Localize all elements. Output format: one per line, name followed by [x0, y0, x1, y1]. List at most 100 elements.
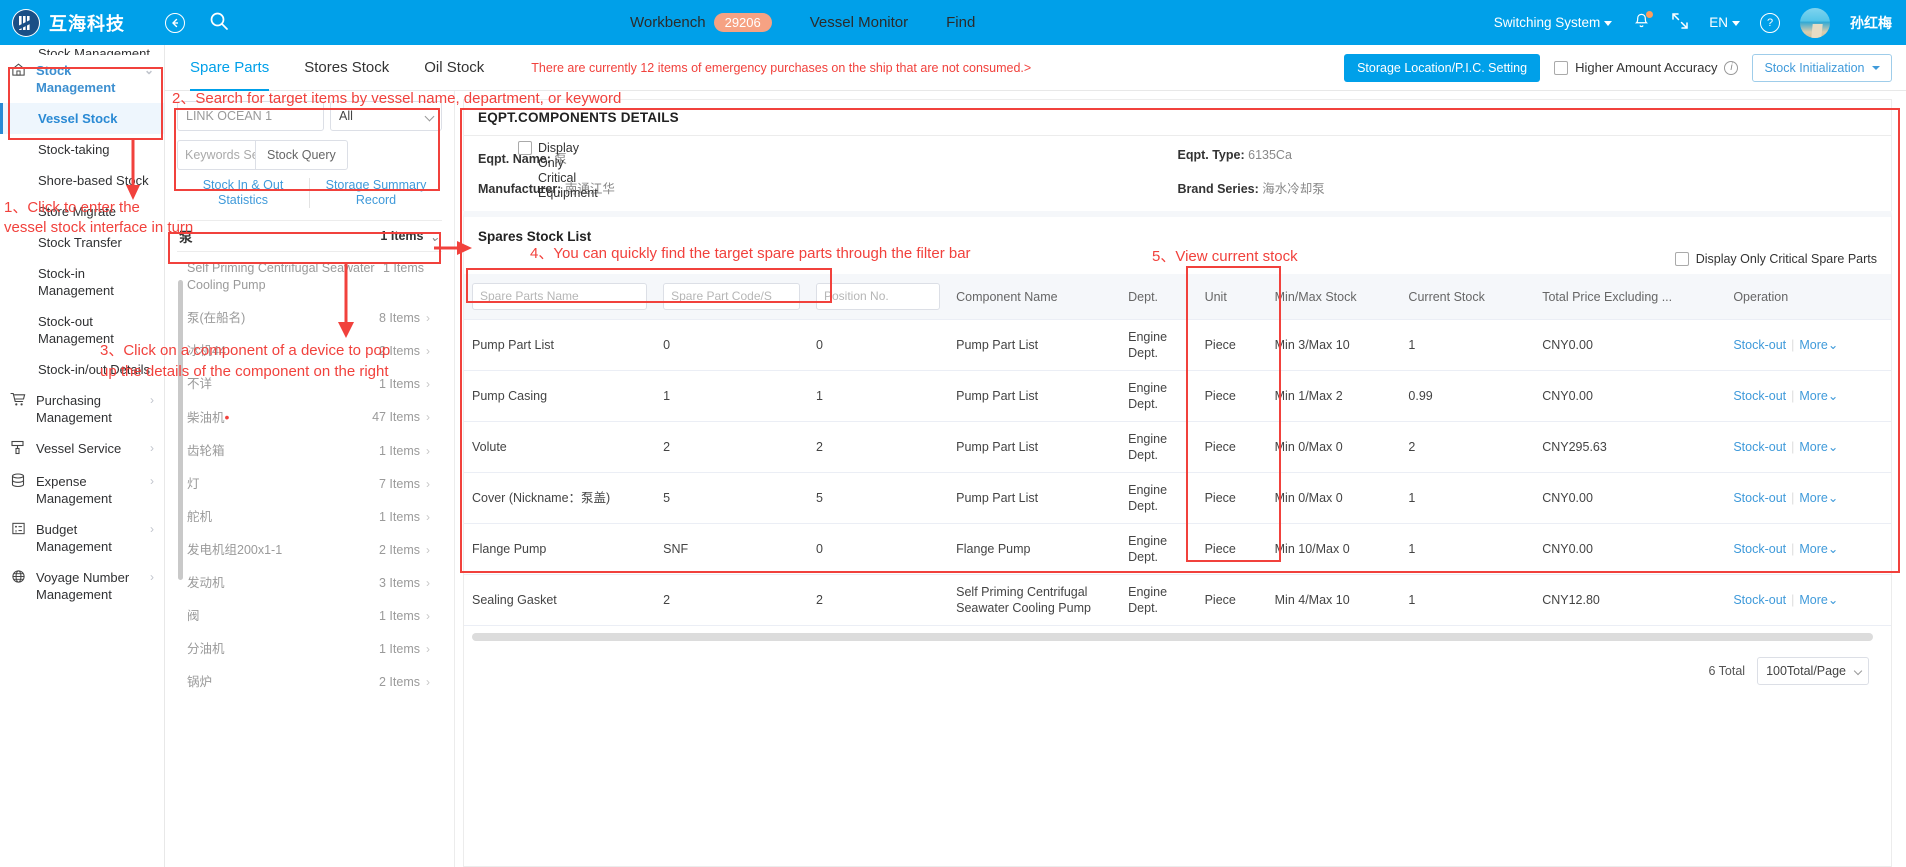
emergency-purchase-warning[interactable]: There are currently 12 items of emergenc…	[531, 61, 1031, 75]
storage-location-pic-setting-button[interactable]: Storage Location/P.I.C. Setting	[1344, 53, 1541, 82]
list-item[interactable]: 分油机 1 Items ›	[177, 633, 434, 666]
display-only-critical-spare-parts-checkbox[interactable]	[1674, 252, 1689, 266]
list-item[interactable]: 冰机44 2 Items ›	[177, 335, 434, 368]
display-only-critical-spare-parts-label: Display Only Critical Spare Parts	[1695, 252, 1877, 266]
list-item[interactable]: 锅炉 2 Items ›	[177, 666, 434, 699]
list-item[interactable]: 齿轮箱 1 Items ›	[177, 435, 434, 468]
more-link[interactable]: More	[1799, 542, 1827, 556]
equipment-list[interactable]: Self Priming Centrifugal Seawater Coolin…	[177, 252, 442, 867]
avatar[interactable]	[1800, 7, 1830, 38]
page-size-select[interactable]: 100Total/Page	[1757, 657, 1869, 685]
column-operation[interactable]: Operation	[1725, 274, 1891, 320]
equipment-header-count-text: 1 Items	[380, 229, 424, 243]
sidebar-group-expense-management[interactable]: Expense Management ›	[0, 466, 164, 514]
help-icon[interactable]: ?	[1760, 12, 1780, 33]
info-icon[interactable]: i	[1724, 60, 1739, 75]
list-item[interactable]: 不详 1 Items ›	[177, 368, 434, 401]
display-only-critical-equipment-checkbox[interactable]	[518, 141, 532, 155]
sidebar-item-store-migrate[interactable]: Store Migrate	[0, 196, 164, 227]
notifications-bell-icon[interactable]	[1632, 10, 1654, 34]
department-select[interactable]: All	[330, 101, 442, 131]
equipment-list-scrollbar[interactable]	[178, 280, 183, 580]
sidebar-group-purchasing-management[interactable]: Purchasing Management ›	[0, 385, 164, 433]
table-row[interactable]: Pump Part List 0 0 Pump Part List Engine…	[464, 319, 1891, 371]
main-nav: Workbench 29206 Vessel Monitor Find	[630, 0, 975, 45]
brand-logo-area[interactable]: 互海科技	[0, 8, 125, 37]
table-row[interactable]: Flange Pump SNF 0 Flange Pump Engine Dep…	[464, 523, 1891, 575]
stock-out-link[interactable]: Stock-out	[1733, 440, 1786, 454]
sidebar-item-stock-in-management[interactable]: Stock-in Management	[0, 258, 164, 306]
equipment-list-header[interactable]: 泵 1 Items ⌄	[177, 220, 442, 252]
cell-current-stock: 1	[1400, 523, 1535, 575]
sidebar-item-vessel-stock[interactable]: Vessel Stock	[0, 103, 164, 134]
back-arrow-icon[interactable]	[165, 12, 185, 33]
spare-parts-name-filter-input[interactable]: Spare Parts Name	[472, 283, 648, 310]
list-item[interactable]: Self Priming Centrifugal Seawater Coolin…	[177, 252, 434, 302]
higher-amount-accuracy-checkbox[interactable]	[1554, 60, 1569, 75]
table-row[interactable]: Cover (Nickname：泵盖) 5 5 Pump Part List E…	[464, 472, 1891, 524]
equipment-name: 分油机	[187, 642, 225, 656]
nav-workbench[interactable]: Workbench 29206	[630, 13, 772, 32]
more-link[interactable]: More	[1799, 389, 1827, 403]
sidebar-group-voyage-number-management[interactable]: Voyage Number Management ›	[0, 562, 164, 610]
list-item[interactable]: 阀 1 Items ›	[177, 600, 434, 633]
keywords-search-input[interactable]: Keywords Se	[177, 140, 255, 170]
nav-vessel-monitor[interactable]: Vessel Monitor	[810, 14, 908, 31]
storage-summary-record-link[interactable]: Storage Summary Record	[310, 178, 442, 208]
tab-stores-stock[interactable]: Stores Stock	[304, 45, 389, 91]
tab-spare-parts[interactable]: Spare Parts	[190, 45, 270, 91]
table-row[interactable]: Pump Casing 1 1 Pump Part List Engine De…	[464, 370, 1891, 422]
stock-out-link[interactable]: Stock-out	[1733, 542, 1786, 556]
cell-dept: Engine Dept.	[1120, 574, 1197, 626]
column-component-name[interactable]: Component Name	[948, 274, 1121, 320]
sidebar-item-shore-based-stock[interactable]: Shore-based Stock	[0, 165, 164, 196]
sidebar-group-vessel-service[interactable]: Vessel Service ›	[0, 433, 164, 466]
list-item[interactable]: 发动机 3 Items ›	[177, 567, 434, 600]
stock-out-link[interactable]: Stock-out	[1733, 338, 1786, 352]
column-total-price[interactable]: Total Price Excluding ...	[1534, 274, 1726, 320]
position-no-filter-input[interactable]: Position No.	[816, 283, 941, 310]
column-dept[interactable]: Dept.	[1120, 274, 1197, 320]
stock-out-link[interactable]: Stock-out	[1733, 593, 1786, 607]
list-item[interactable]: 舵机 1 Items ›	[177, 501, 434, 534]
sidebar-item-stock-in-out-details[interactable]: Stock-in/out Details	[0, 354, 164, 385]
tab-oil-stock[interactable]: Oil Stock	[424, 45, 484, 91]
equipment-count: 8 Items	[379, 311, 420, 325]
stock-initialization-dropdown[interactable]: Stock Initialization	[1752, 53, 1892, 82]
fullscreen-icon[interactable]	[1671, 12, 1689, 33]
display-only-critical-equipment-group[interactable]: Display Only Critical Equipment	[518, 141, 603, 201]
sidebar-group-stock-management[interactable]: Stock Management ⌄	[0, 55, 164, 103]
spare-part-code-filter-input[interactable]: Spare Part Code/S	[663, 283, 800, 310]
stock-in-out-statistics-link[interactable]: Stock In & Out Statistics	[177, 178, 309, 208]
list-item[interactable]: 柴油机• 47 Items ›	[177, 401, 434, 435]
column-current-stock[interactable]: Current Stock	[1400, 274, 1535, 320]
higher-amount-accuracy-checkbox-group[interactable]: Higher Amount Accuracy i	[1554, 60, 1739, 75]
vessel-select[interactable]: LINK OCEAN 1	[177, 101, 324, 131]
cell-current-stock: 1	[1400, 472, 1535, 524]
more-link[interactable]: More	[1799, 338, 1827, 352]
column-unit[interactable]: Unit	[1196, 274, 1267, 320]
table-row[interactable]: Sealing Gasket 2 2 Self Priming Centrifu…	[464, 574, 1891, 626]
list-item[interactable]: 灯 7 Items ›	[177, 468, 434, 501]
more-link[interactable]: More	[1799, 593, 1827, 607]
more-link[interactable]: More	[1799, 440, 1827, 454]
list-item[interactable]: 发电机组200x1-1 2 Items ›	[177, 534, 434, 567]
column-min-max-stock[interactable]: Min/Max Stock	[1266, 274, 1401, 320]
table-row[interactable]: Volute 2 2 Pump Part List Engine Dept. P…	[464, 421, 1891, 473]
sidebar-item-stock-taking[interactable]: Stock-taking	[0, 134, 164, 165]
nav-find[interactable]: Find	[946, 14, 975, 31]
language-selector[interactable]: EN	[1709, 15, 1740, 30]
search-icon[interactable]	[209, 11, 229, 34]
display-only-critical-spare-parts-group[interactable]: Display Only Critical Spare Parts	[1674, 252, 1877, 266]
stock-out-link[interactable]: Stock-out	[1733, 491, 1786, 505]
list-item[interactable]: 泵(在船名) 8 Items ›	[177, 302, 434, 335]
sidebar-item-stock-out-management[interactable]: Stock-out Management	[0, 306, 164, 354]
sidebar-group-budget-management[interactable]: x Budget Management ›	[0, 514, 164, 562]
switching-system-dropdown[interactable]: Switching System	[1494, 15, 1613, 30]
table-horizontal-scrollbar[interactable]	[472, 633, 1873, 641]
more-link[interactable]: More	[1799, 491, 1827, 505]
sidebar-item-stock-transfer[interactable]: Stock Transfer	[0, 227, 164, 258]
stock-out-link[interactable]: Stock-out	[1733, 389, 1786, 403]
stock-query-button[interactable]: Stock Query	[255, 140, 348, 170]
cell-spare-parts-name: Pump Part List	[464, 319, 656, 371]
